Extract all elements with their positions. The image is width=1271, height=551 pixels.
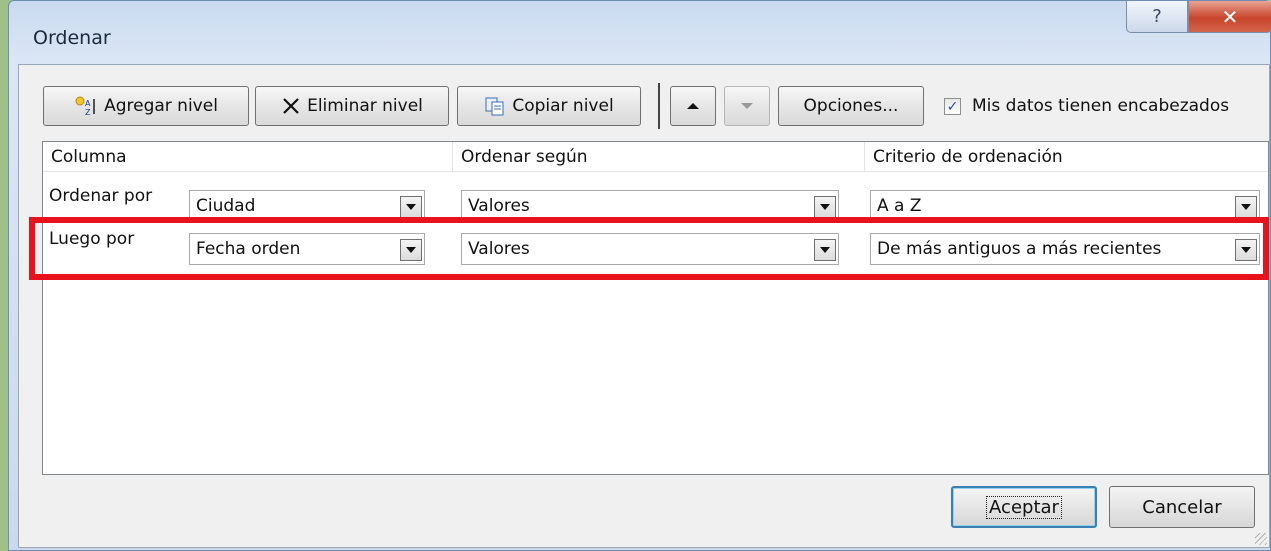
add-level-button[interactable]: A Z Agregar nivel	[43, 86, 249, 126]
delete-x-icon	[281, 96, 301, 116]
sort-on-select-row1[interactable]: Valores	[461, 190, 839, 222]
sort-on-select-row2[interactable]: Valores	[461, 233, 839, 265]
resize-grip[interactable]	[1255, 533, 1267, 545]
dialog-client-area: A Z Agregar nivel Eliminar nivel Copiar …	[18, 64, 1270, 548]
row-label-then-by: Luego por	[49, 229, 135, 249]
dropdown-arrow-icon[interactable]	[400, 196, 422, 218]
sort-on-value: Valores	[468, 196, 530, 216]
copy-level-button[interactable]: Copiar nivel	[457, 86, 641, 126]
ok-label: Aceptar	[986, 495, 1062, 519]
headers-checkbox-label: Mis datos tienen encabezados	[972, 96, 1230, 116]
move-up-button[interactable]	[670, 86, 716, 126]
add-level-label: Agregar nivel	[104, 96, 218, 116]
copy-level-label: Copiar nivel	[512, 96, 614, 116]
row-label-sort-by: Ordenar por	[49, 186, 153, 206]
options-label: Opciones...	[803, 96, 899, 116]
dropdown-arrow-icon[interactable]	[1235, 239, 1257, 261]
cancel-label: Cancelar	[1142, 496, 1222, 518]
copy-icon	[484, 96, 506, 116]
close-button[interactable]: ✕	[1188, 1, 1271, 33]
column-header-order: Criterio de ordenación	[865, 142, 1268, 172]
svg-text:Z: Z	[85, 108, 91, 117]
sort-on-value: Valores	[468, 239, 530, 259]
dropdown-arrow-icon[interactable]	[814, 239, 836, 261]
help-icon: ?	[1152, 6, 1162, 27]
svg-text:A: A	[85, 99, 91, 108]
dropdown-arrow-icon[interactable]	[814, 196, 836, 218]
order-value: A a Z	[877, 196, 922, 216]
add-level-icon: A Z	[74, 95, 98, 117]
order-select-row1[interactable]: A a Z	[870, 190, 1260, 222]
column-select-value: Ciudad	[196, 196, 256, 216]
dialog-title: Ordenar	[33, 27, 111, 49]
order-value: De más antiguos a más recientes	[877, 239, 1162, 259]
column-header-sort-on: Ordenar según	[453, 142, 865, 172]
column-select-value: Fecha orden	[196, 239, 301, 259]
close-icon: ✕	[1221, 4, 1239, 29]
help-button[interactable]: ?	[1126, 1, 1188, 33]
sort-dialog: Ordenar ? ✕ A Z Agregar nivel Eliminar n…	[8, 0, 1271, 551]
sort-levels-grid: Columna Ordenar según Criterio de ordena…	[42, 141, 1269, 475]
ok-button[interactable]: Aceptar	[951, 486, 1097, 528]
delete-level-button[interactable]: Eliminar nivel	[255, 86, 449, 126]
headers-checkbox[interactable]: ✓	[944, 98, 961, 115]
dropdown-arrow-icon[interactable]	[400, 239, 422, 261]
dropdown-arrow-icon[interactable]	[1235, 196, 1257, 218]
move-down-button[interactable]	[724, 86, 770, 126]
order-select-row2[interactable]: De más antiguos a más recientes	[870, 233, 1260, 265]
move-up-icon	[687, 103, 699, 109]
column-select-row2[interactable]: Fecha orden	[189, 233, 425, 265]
column-header-column: Columna	[43, 142, 453, 172]
cancel-button[interactable]: Cancelar	[1109, 486, 1255, 528]
options-button[interactable]: Opciones...	[778, 86, 924, 126]
toolbar-separator	[658, 83, 660, 129]
column-select-row1[interactable]: Ciudad	[189, 190, 425, 222]
checkbox-check-icon: ✓	[946, 98, 959, 115]
move-down-icon	[741, 103, 753, 109]
delete-level-label: Eliminar nivel	[307, 96, 423, 116]
